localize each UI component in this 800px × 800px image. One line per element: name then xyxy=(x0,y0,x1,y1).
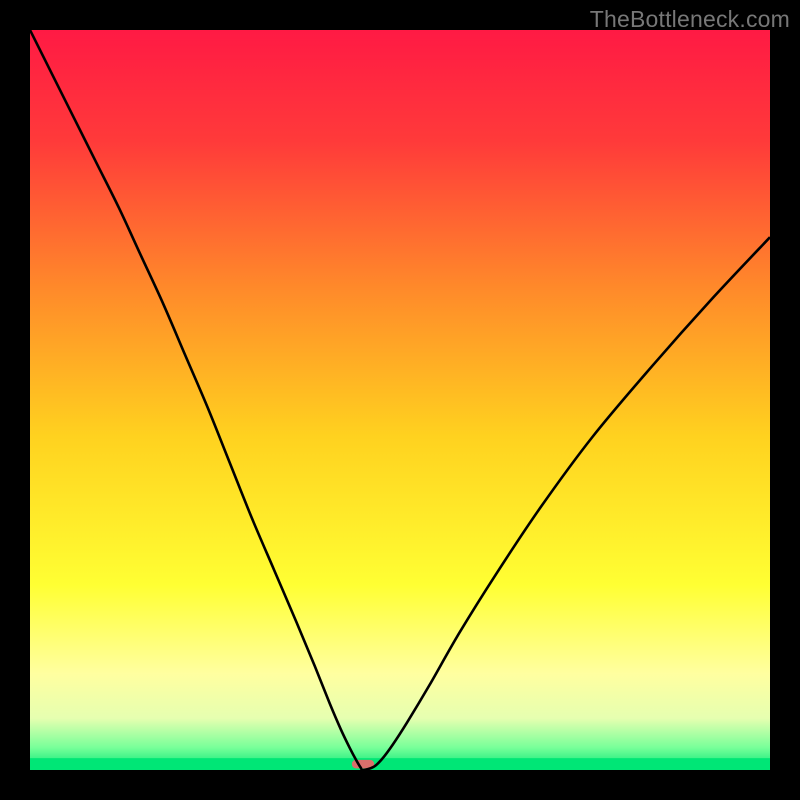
floor-strip xyxy=(30,758,770,770)
watermark-text: TheBottleneck.com xyxy=(590,6,790,33)
chart-frame: TheBottleneck.com xyxy=(0,0,800,800)
chart-svg xyxy=(30,30,770,770)
chart-plot-area xyxy=(30,30,770,770)
gradient-background xyxy=(30,30,770,770)
